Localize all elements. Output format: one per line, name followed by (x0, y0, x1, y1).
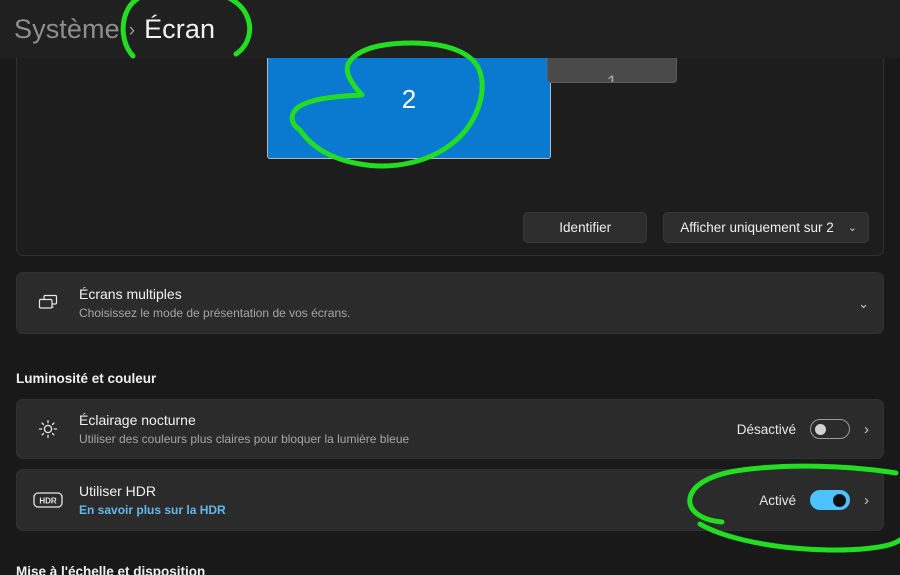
night-light-subtitle: Utiliser des couleurs plus claires pour … (79, 431, 410, 446)
chevron-down-icon[interactable]: ⌄ (858, 297, 869, 310)
identify-button[interactable]: Identifier (523, 212, 648, 243)
multiple-displays-subtitle: Choisissez le mode de présentation de vo… (79, 305, 351, 320)
chevron-down-icon: ⌄ (847, 222, 857, 234)
section-title-scale-layout: Mise à l'échelle et disposition (16, 564, 206, 575)
sun-icon (17, 418, 79, 440)
hdr-row[interactable]: HDR Utiliser HDR En savoir plus sur la H… (16, 469, 884, 531)
toggle-knob (833, 494, 846, 507)
toggle-knob (815, 424, 826, 435)
page-header: Système › Écran (0, 0, 900, 58)
monitor-preview-1[interactable]: 1 (547, 58, 677, 83)
section-title-brightness-color: Luminosité et couleur (16, 371, 157, 386)
hdr-toggle[interactable] (810, 490, 850, 510)
night-light-row[interactable]: Éclairage nocturne Utiliser des couleurs… (16, 399, 884, 459)
hdr-right: Activé › (759, 490, 869, 510)
svg-text:HDR: HDR (39, 497, 57, 506)
night-light-state-label: Désactivé (736, 421, 796, 437)
night-light-text: Éclairage nocturne Utiliser des couleurs… (79, 411, 737, 448)
breadcrumb: Système › Écran (0, 14, 215, 45)
monitor-preview-1-label: 1 (607, 73, 618, 82)
display-mode-value: Afficher uniquement sur 2 (680, 220, 834, 235)
hdr-title: Utiliser HDR (79, 482, 156, 499)
night-light-toggle[interactable] (810, 419, 850, 439)
monitor-preview-2[interactable]: 2 (267, 58, 551, 159)
breadcrumb-separator-icon: › (128, 19, 136, 41)
chevron-right-icon[interactable]: › (864, 422, 869, 437)
hdr-icon: HDR (17, 490, 79, 510)
hdr-learn-more-link[interactable]: En savoir plus sur la HDR (79, 502, 759, 519)
monitor-preview-2-label: 2 (401, 83, 417, 114)
display-arrangement-card: 2 1 Identifier Afficher uniquement sur 2… (16, 58, 884, 256)
hdr-state-label: Activé (759, 492, 796, 508)
chevron-right-icon[interactable]: › (864, 493, 869, 508)
multiple-displays-row[interactable]: Écrans multiples Choisissez le mode de p… (16, 272, 884, 334)
multiple-displays-text: Écrans multiples Choisissez le mode de p… (79, 285, 858, 322)
night-light-right: Désactivé › (737, 419, 869, 439)
display-mode-dropdown[interactable]: Afficher uniquement sur 2 ⌄ (663, 212, 869, 243)
settings-display-page: Système › Écran 2 1 Identifier Afficher … (0, 0, 900, 575)
hdr-text: Utiliser HDR En savoir plus sur la HDR (79, 482, 759, 519)
multiple-displays-title: Écrans multiples (79, 285, 182, 302)
night-light-title: Éclairage nocturne (79, 411, 196, 428)
breadcrumb-parent-systeme[interactable]: Système (14, 14, 120, 45)
settings-content: 2 1 Identifier Afficher uniquement sur 2… (0, 58, 900, 575)
breadcrumb-current-ecran: Écran (144, 13, 216, 44)
multiple-displays-icon (17, 293, 79, 313)
arrangement-actions: Identifier Afficher uniquement sur 2 ⌄ (523, 212, 869, 243)
multiple-displays-right: ⌄ (858, 297, 869, 310)
